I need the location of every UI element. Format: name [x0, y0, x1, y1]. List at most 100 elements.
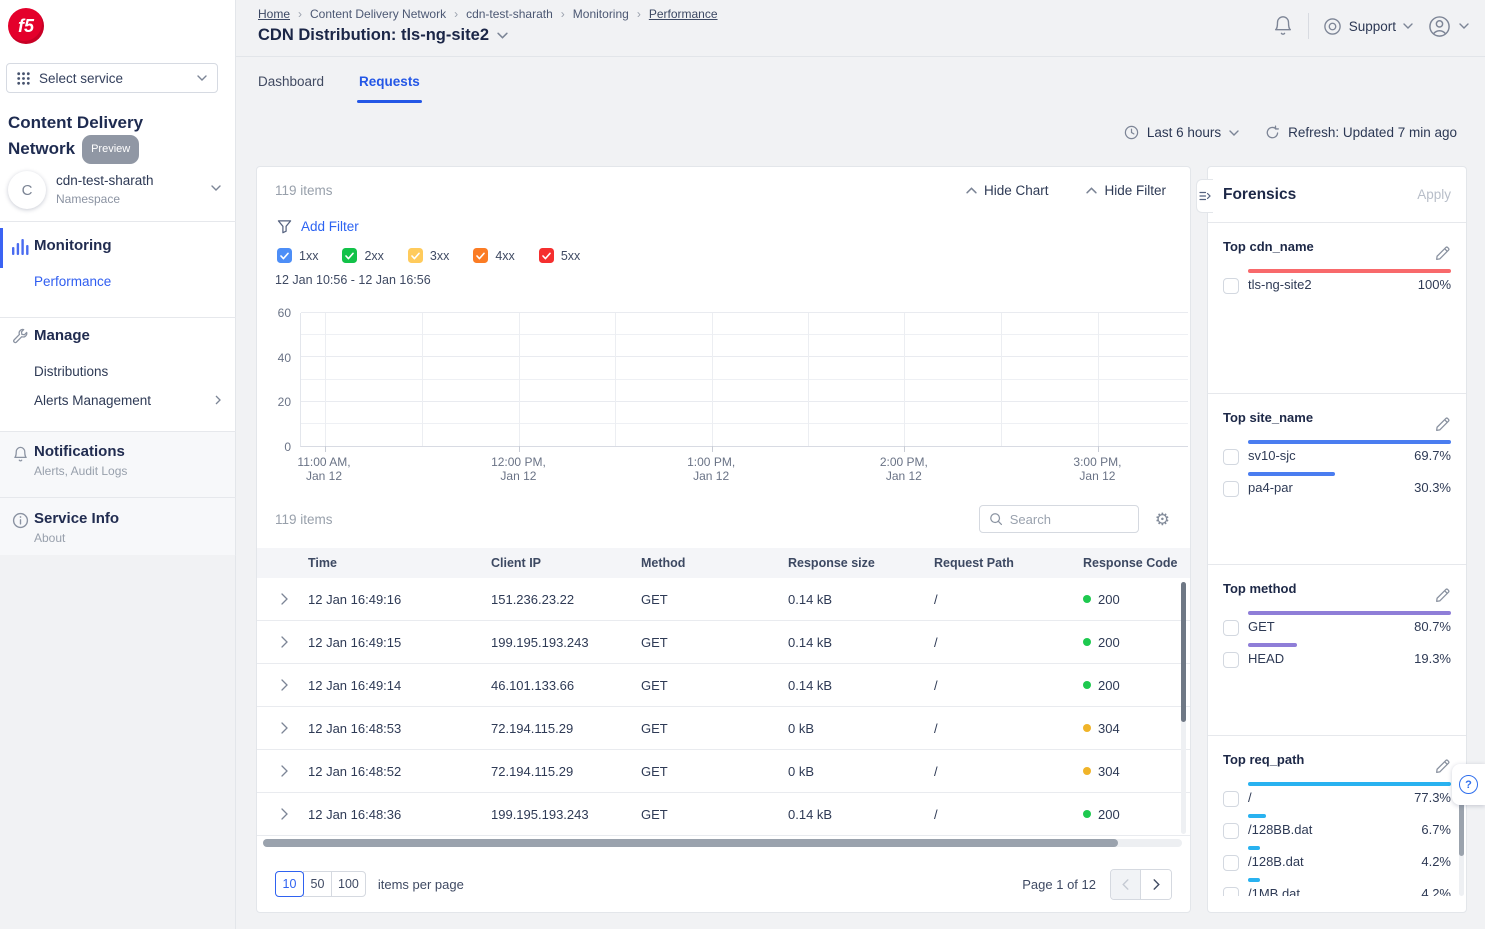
bell-icon[interactable]	[1272, 15, 1294, 37]
tab-dashboard[interactable]: Dashboard	[256, 72, 326, 101]
column-header[interactable]: Response Code	[1083, 556, 1190, 570]
chevron-right-icon	[215, 395, 221, 405]
row-expand-icon[interactable]	[257, 722, 308, 734]
column-header[interactable]: Time	[308, 556, 491, 570]
sidebar-item-performance[interactable]: Performance	[34, 274, 111, 289]
page-size-10[interactable]: 10	[275, 871, 304, 897]
hide-filter-link[interactable]: Hide Filter	[1086, 183, 1166, 198]
table-horizontal-scrollbar[interactable]	[263, 839, 1182, 847]
sidebar-item-distributions[interactable]: Distributions	[34, 364, 108, 379]
sidebar-item-alerts-management[interactable]: Alerts Management	[34, 393, 151, 408]
row-expand-icon[interactable]	[257, 765, 308, 777]
tab-requests[interactable]: Requests	[357, 72, 422, 101]
axis-tick-label: 11:00 AM,Jan 12	[264, 455, 384, 483]
namespace-selector[interactable]: C cdn-test-sharath Namespace	[0, 166, 235, 218]
cell-method: GET	[641, 764, 788, 779]
breadcrumb-item[interactable]: Content Delivery Network	[310, 7, 446, 21]
checkbox-unchecked[interactable]	[1223, 791, 1239, 807]
breadcrumb-item[interactable]: Monitoring	[573, 7, 629, 21]
breadcrumb-item[interactable]: Performance	[649, 7, 718, 21]
forensics-item-percent: 100%	[1418, 277, 1451, 293]
table-row[interactable]: 12 Jan 16:48:5272.194.115.29GET0 kB/304	[257, 750, 1190, 793]
row-expand-icon[interactable]	[257, 593, 308, 605]
scrollbar-thumb[interactable]	[263, 839, 1118, 847]
distribution-bar-track	[1248, 643, 1451, 647]
table-row[interactable]: 12 Jan 16:49:16151.236.23.22GET0.14 kB/2…	[257, 578, 1190, 621]
status-filter-1xx[interactable]: 1xx	[277, 248, 318, 263]
row-expand-icon[interactable]	[257, 679, 308, 691]
apply-button[interactable]: Apply	[1417, 187, 1451, 202]
checkbox-unchecked[interactable]	[1223, 481, 1239, 497]
checkbox-checked-icon[interactable]	[408, 248, 423, 263]
checkbox-unchecked[interactable]	[1223, 823, 1239, 839]
column-header[interactable]: Response size	[788, 556, 934, 570]
column-header[interactable]: Method	[641, 556, 788, 570]
breadcrumb-item[interactable]: Home	[258, 7, 290, 21]
status-filter-2xx[interactable]: 2xx	[342, 248, 383, 263]
forensics-item: pa4-par30.3%	[1223, 472, 1451, 496]
scrollbar-thumb[interactable]	[1181, 582, 1186, 722]
sidebar-item-notifications[interactable]: Notifications	[34, 443, 125, 460]
checkbox-checked-icon[interactable]	[539, 248, 554, 263]
sidebar-item-manage[interactable]: Manage	[34, 327, 90, 344]
status-filter-4xx[interactable]: 4xx	[473, 248, 514, 263]
page-size-100[interactable]: 100	[331, 871, 366, 897]
table-row[interactable]: 12 Jan 16:48:36199.195.193.243GET0.14 kB…	[257, 793, 1190, 836]
edit-icon[interactable]	[1434, 758, 1451, 775]
time-range-dropdown[interactable]: Last 6 hours	[1124, 125, 1239, 140]
forensics-item-label: HEAD	[1248, 651, 1284, 667]
next-page-button[interactable]	[1141, 870, 1171, 899]
gear-icon[interactable]: ⚙	[1155, 511, 1170, 528]
table-search[interactable]	[979, 505, 1139, 533]
f5-logo[interactable]: f5	[8, 8, 44, 44]
status-filter-5xx[interactable]: 5xx	[539, 248, 580, 263]
collapse-panel-tab[interactable]	[1196, 179, 1213, 213]
column-header[interactable]: Request Path	[934, 556, 1083, 570]
scrollbar-thumb[interactable]	[1459, 796, 1464, 856]
items-per-page-label: items per page	[378, 877, 464, 892]
search-input[interactable]	[1010, 512, 1120, 527]
chart-gridline	[301, 423, 1188, 424]
refresh-control[interactable]: Refresh: Updated 7 min ago	[1265, 125, 1457, 140]
checkbox-unchecked[interactable]	[1223, 855, 1239, 871]
checkbox-unchecked[interactable]	[1223, 887, 1239, 896]
user-menu[interactable]	[1427, 14, 1469, 39]
cell-client_ip: 151.236.23.22	[491, 592, 641, 607]
status-dot	[1083, 810, 1091, 818]
support-menu[interactable]: Support	[1323, 17, 1413, 36]
sidebar-item-service-info[interactable]: Service Info	[34, 510, 119, 527]
forensics-section: Top req_path/77.3%/128BB.dat6.7%/128B.da…	[1208, 736, 1466, 913]
sidebar-item-monitoring[interactable]: Monitoring	[34, 237, 111, 254]
checkbox-unchecked[interactable]	[1223, 652, 1239, 668]
checkbox-checked-icon[interactable]	[473, 248, 488, 263]
table-row[interactable]: 12 Jan 16:49:1446.101.133.66GET0.14 kB/2…	[257, 664, 1190, 707]
help-button[interactable]: ?	[1452, 764, 1485, 805]
chart-gridline	[1001, 313, 1002, 446]
status-filter-3xx[interactable]: 3xx	[408, 248, 449, 263]
chevron-down-icon[interactable]	[497, 32, 508, 39]
table-row[interactable]: 12 Jan 16:48:5372.194.115.29GET0 kB/304	[257, 707, 1190, 750]
checkbox-checked-icon[interactable]	[277, 248, 292, 263]
forensics-item-label: sv10-sjc	[1248, 448, 1296, 464]
hide-chart-link[interactable]: Hide Chart	[966, 183, 1049, 198]
page-size-50[interactable]: 50	[303, 871, 332, 897]
row-expand-icon[interactable]	[257, 808, 308, 820]
add-filter-button[interactable]: Add Filter	[277, 219, 359, 234]
select-service-dropdown[interactable]: Select service	[6, 63, 218, 93]
chart-gridline	[301, 334, 1188, 335]
checkbox-unchecked[interactable]	[1223, 620, 1239, 636]
edit-icon[interactable]	[1434, 416, 1451, 433]
edit-icon[interactable]	[1434, 587, 1451, 604]
edit-icon[interactable]	[1434, 245, 1451, 262]
checkbox-unchecked[interactable]	[1223, 278, 1239, 294]
breadcrumb-item[interactable]: cdn-test-sharath	[466, 7, 553, 21]
breadcrumb: Home›Content Delivery Network›cdn-test-s…	[258, 7, 718, 21]
row-expand-icon[interactable]	[257, 636, 308, 648]
table-row[interactable]: 12 Jan 16:49:15199.195.193.243GET0.14 kB…	[257, 621, 1190, 664]
previous-page-button[interactable]	[1111, 870, 1141, 899]
checkbox-unchecked[interactable]	[1223, 449, 1239, 465]
checkbox-checked-icon[interactable]	[342, 248, 357, 263]
forensics-item: GET80.7%	[1223, 611, 1451, 635]
table-vertical-scrollbar[interactable]	[1181, 582, 1186, 834]
column-header[interactable]: Client IP	[491, 556, 641, 570]
